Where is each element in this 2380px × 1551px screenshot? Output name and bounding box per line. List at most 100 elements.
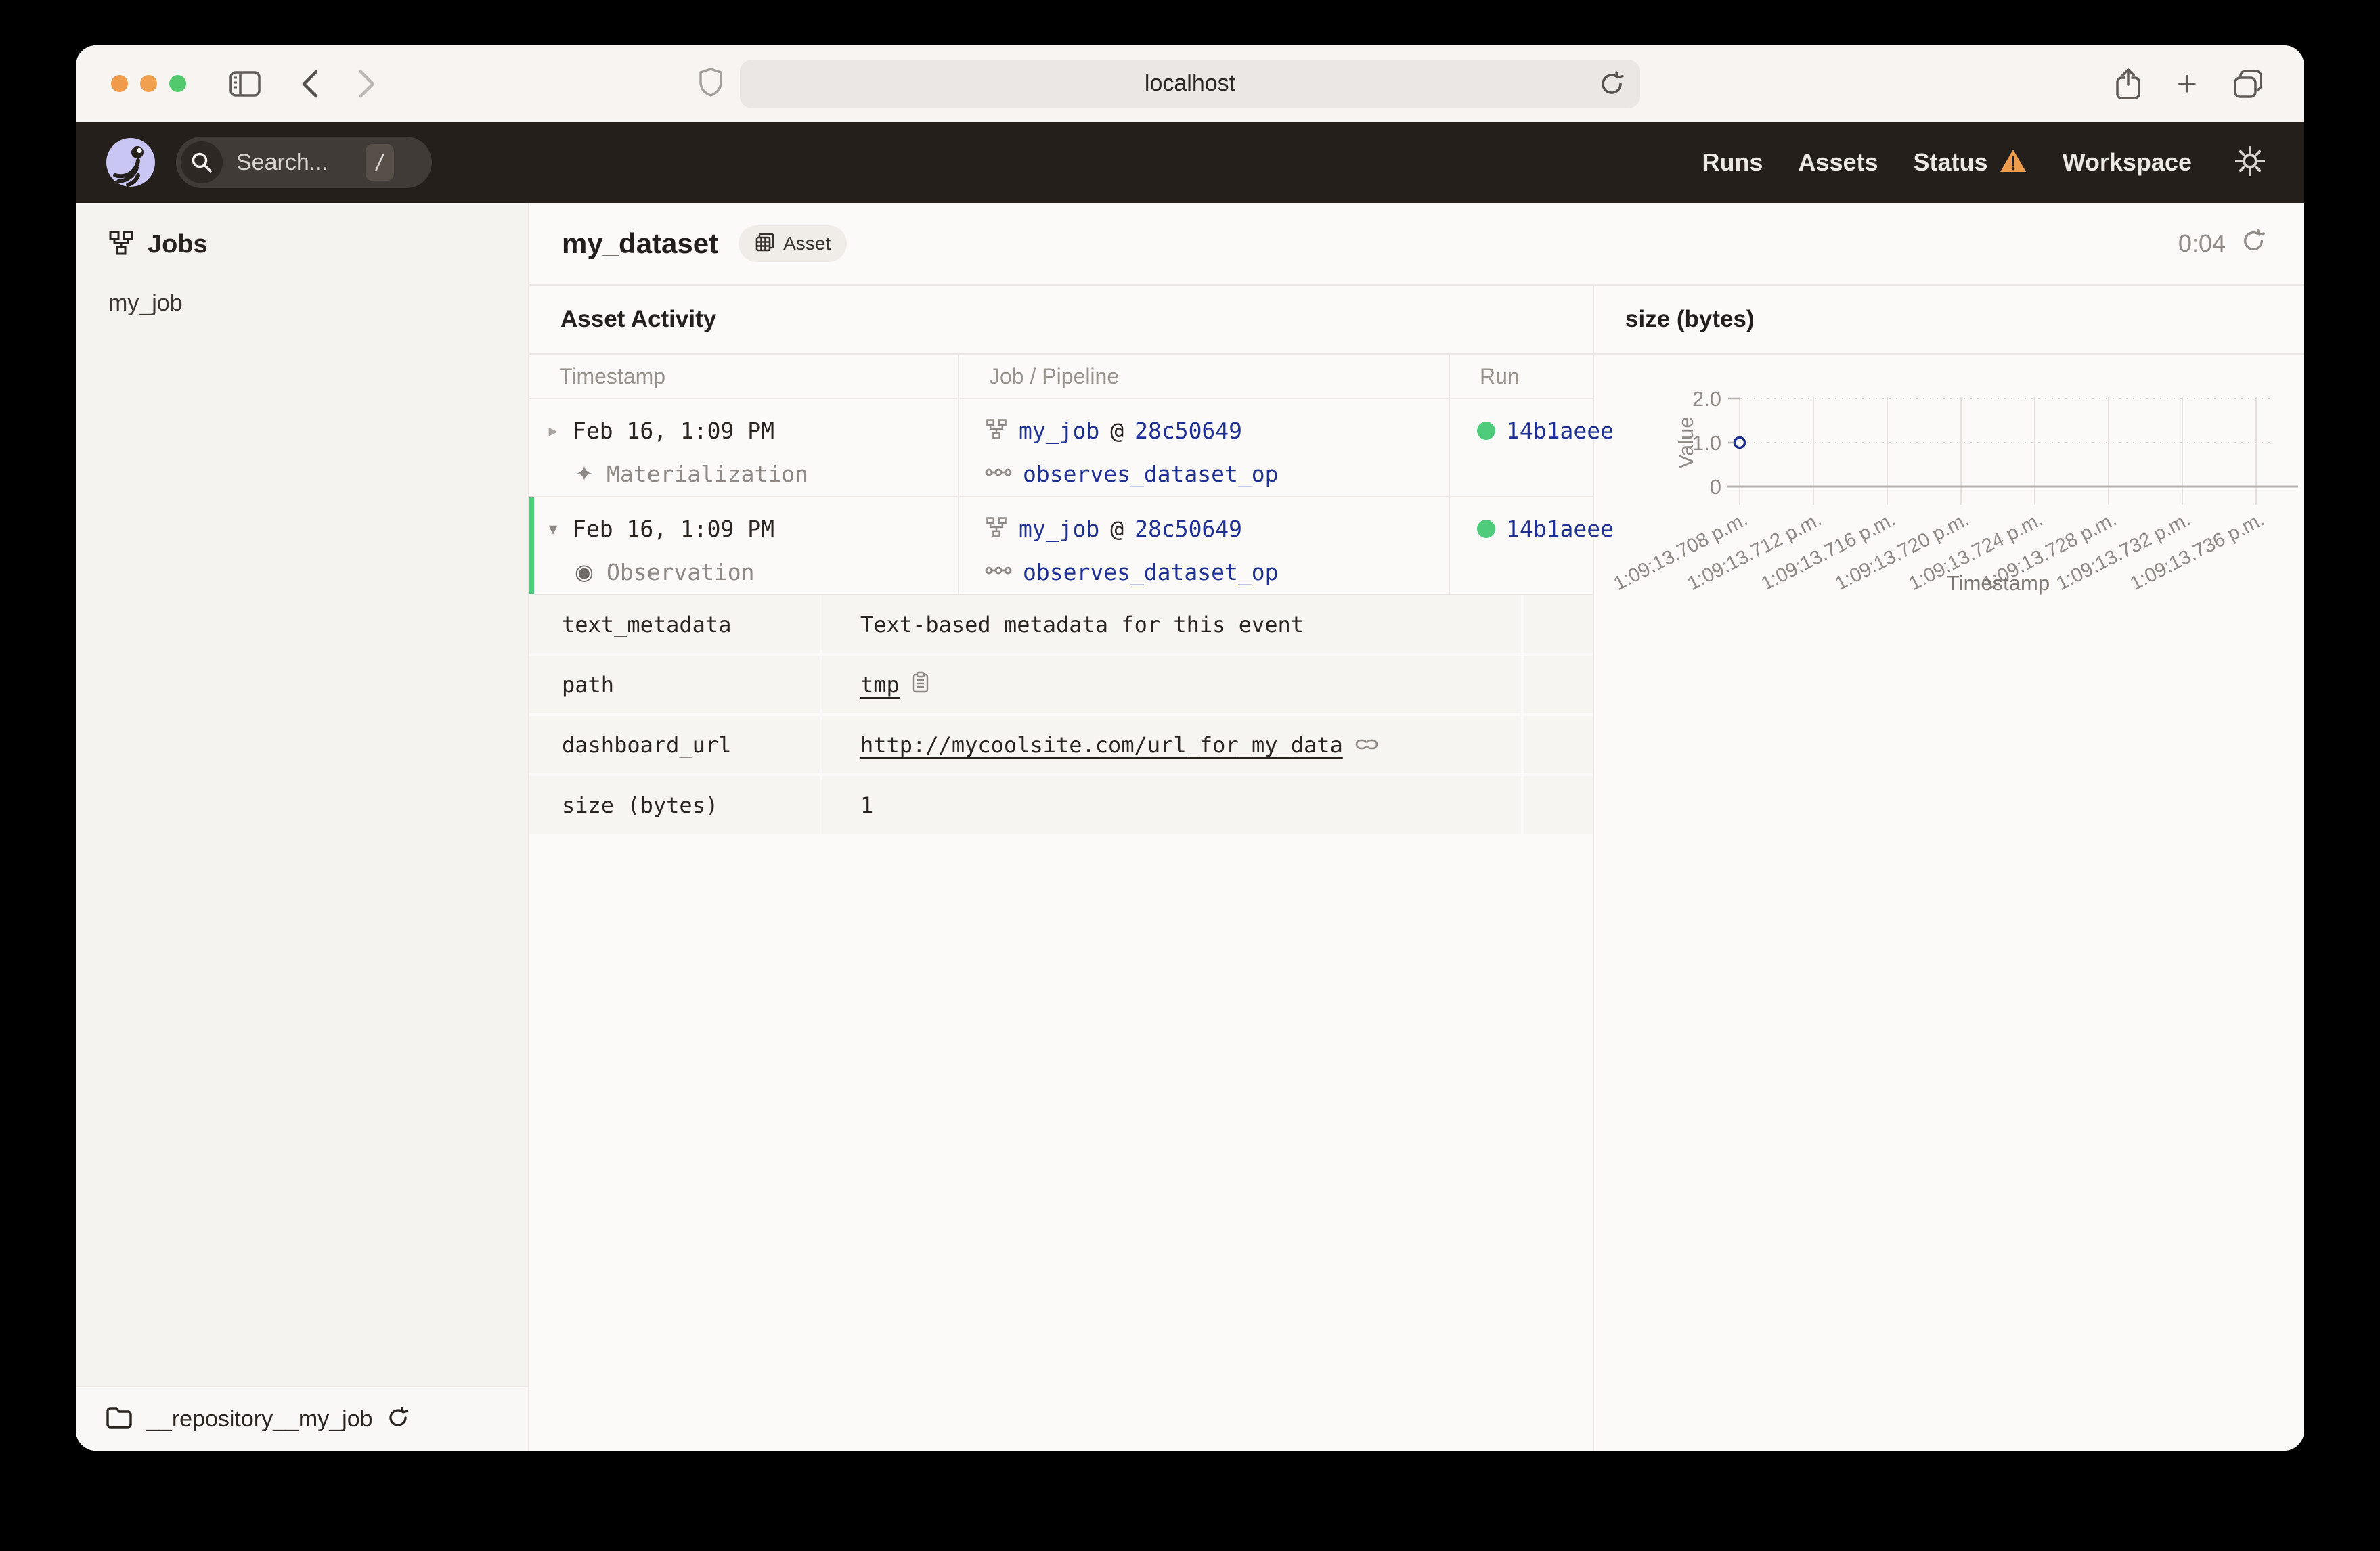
external-link-icon[interactable] <box>1355 732 1378 757</box>
job-hash-link[interactable]: 28c50649 <box>1134 418 1242 444</box>
forward-icon[interactable] <box>358 69 377 99</box>
asset-table-icon <box>755 232 775 256</box>
traffic-lights <box>111 75 186 92</box>
expand-expanded-icon[interactable]: ▾ <box>544 518 562 539</box>
op-icon <box>985 466 1012 482</box>
metadata-key: path <box>529 656 820 713</box>
asset-header: my_dataset Asset 0:04 <box>529 203 2304 286</box>
warning-icon <box>1999 148 2027 177</box>
repository-name: __repository__my_job <box>146 1406 373 1432</box>
metadata-stub <box>1524 716 1593 773</box>
page-title: my_dataset <box>562 227 719 259</box>
back-icon[interactable] <box>300 69 319 99</box>
op-link[interactable]: observes_dataset_op <box>1023 559 1279 585</box>
event-metadata-table: text_metadata Text-based metadata for th… <box>529 595 1593 834</box>
top-nav: Runs Assets Status Workspace <box>1702 145 2266 181</box>
size-bytes-chart-panel: size (bytes) 2.0 1.0 0 Value 1:09:13.708 p.m… <box>1593 286 2304 1451</box>
copy-icon[interactable] <box>912 671 929 698</box>
minimize-window-button[interactable] <box>140 75 157 92</box>
dashboard-url-link[interactable]: http://mycoolsite.com/url_for_my_data <box>860 732 1343 758</box>
new-tab-icon[interactable]: + <box>2177 64 2197 104</box>
event-row-materialization: ▸ Feb 16, 1:09 PM ✦ Materialization my_j… <box>529 399 1614 497</box>
refresh-countdown: 0:04 <box>2178 229 2226 257</box>
repository-reload-icon[interactable] <box>387 1406 410 1433</box>
run-status-dot <box>1477 519 1495 538</box>
metadata-key: size (bytes) <box>529 776 820 834</box>
sidebar-toggle-icon[interactable] <box>229 70 261 97</box>
selected-row-indicator <box>529 497 534 594</box>
nav-workspace[interactable]: Workspace <box>2063 148 2192 177</box>
asset-badge: Asset <box>739 225 847 262</box>
y-tick-label: 0 <box>1710 475 1721 499</box>
asset-activity-panel: Asset Activity Timestamp Job / Pipeline … <box>529 286 1614 1451</box>
job-link[interactable]: my_job <box>1019 516 1099 542</box>
job-link[interactable]: my_job <box>1019 418 1099 444</box>
search-input[interactable]: Search... / <box>176 137 432 188</box>
jobs-sidebar: Jobs my_job __repository__my_job <box>76 203 529 1451</box>
op-icon <box>985 564 1012 581</box>
activity-table-header: Timestamp Job / Pipeline Run <box>529 355 1593 399</box>
event-timestamp: Feb 16, 1:09 PM <box>573 417 775 444</box>
tab-overview-icon[interactable] <box>2232 68 2264 99</box>
search-icon <box>181 141 223 183</box>
run-status-dot <box>1477 421 1495 440</box>
event-type-label: Observation <box>607 558 755 585</box>
nav-runs[interactable]: Runs <box>1702 148 1763 177</box>
chart-title: size (bytes) <box>1625 306 1755 332</box>
metadata-stub <box>1524 595 1593 653</box>
metadata-stub <box>1524 656 1593 713</box>
job-hash-link[interactable]: 28c50649 <box>1134 516 1242 542</box>
sidebar-item-my-job[interactable]: my_job <box>108 290 528 317</box>
address-bar[interactable]: localhost <box>740 59 1640 108</box>
share-icon[interactable] <box>2115 67 2142 101</box>
metadata-key: dashboard_url <box>529 716 820 773</box>
col-run: Run <box>1449 355 1593 398</box>
event-row-observation: ▾ Feb 16, 1:09 PM ◉ Observation my_job @… <box>529 497 1614 595</box>
col-job-pipeline: Job / Pipeline <box>958 355 1449 398</box>
run-id-link[interactable]: 14b1aeee <box>1506 516 1614 542</box>
metadata-key: text_metadata <box>529 595 820 653</box>
sidebar-section-title: Jobs <box>148 230 208 258</box>
metadata-value: 1 <box>822 776 1521 834</box>
col-timestamp: Timestamp <box>559 363 666 388</box>
reload-icon[interactable] <box>1598 70 1625 97</box>
privacy-shield-icon[interactable] <box>699 67 723 97</box>
dagster-logo[interactable] <box>106 137 156 187</box>
refresh-icon[interactable] <box>2241 228 2266 260</box>
browser-window: localhost + Search... / Runs Assets Stat… <box>76 45 2304 1451</box>
chart-point[interactable] <box>1733 436 1746 449</box>
close-window-button[interactable] <box>111 75 128 92</box>
asset-badge-label: Asset <box>783 233 831 254</box>
url-text: localhost <box>1144 70 1236 96</box>
event-type-label: Materialization <box>607 460 809 487</box>
metadata-value: Text-based metadata for this event <box>822 595 1521 653</box>
screenshot-root: { "browser": { "url": "localhost" }, "ic… <box>0 0 2380 1551</box>
asset-chart: 2.01.00Value1:09:13.708 p.m.1:09:13.712 … <box>1610 387 2298 595</box>
expand-collapsed-icon[interactable]: ▸ <box>544 420 562 441</box>
run-id-link[interactable]: 14b1aeee <box>1506 418 1614 444</box>
op-link[interactable]: observes_dataset_op <box>1023 461 1279 487</box>
jobs-icon <box>108 230 134 259</box>
repository-footer: __repository__my_job <box>76 1386 528 1451</box>
job-icon <box>985 516 1008 541</box>
main-content: my_dataset Asset 0:04 Asset Activity Tim… <box>529 203 2304 1451</box>
app-header: Search... / Runs Assets Status Workspace <box>76 122 2304 203</box>
folder-icon <box>106 1406 133 1433</box>
materialization-icon: ✦ <box>575 462 594 486</box>
path-link[interactable]: tmp <box>860 672 900 698</box>
zoom-window-button[interactable] <box>169 75 186 92</box>
event-timestamp: Feb 16, 1:09 PM <box>573 515 775 542</box>
activity-title: Asset Activity <box>560 306 717 332</box>
metadata-stub <box>1524 776 1593 834</box>
job-icon <box>985 418 1008 443</box>
settings-gear-icon[interactable] <box>2234 145 2266 181</box>
observation-icon: ◉ <box>575 560 594 584</box>
search-shortcut-key: / <box>366 144 394 181</box>
x-axis-label: Timestamp <box>1947 571 2050 595</box>
x-tick-label: 1:09:13.736 p.m. <box>2127 509 2268 595</box>
nav-status[interactable]: Status <box>1914 148 2027 177</box>
y-tick-label: 2.0 <box>1692 387 1721 411</box>
nav-assets[interactable]: Assets <box>1798 148 1878 177</box>
y-axis-label: Value <box>1674 417 1698 469</box>
browser-toolbar: localhost + <box>76 45 2304 122</box>
